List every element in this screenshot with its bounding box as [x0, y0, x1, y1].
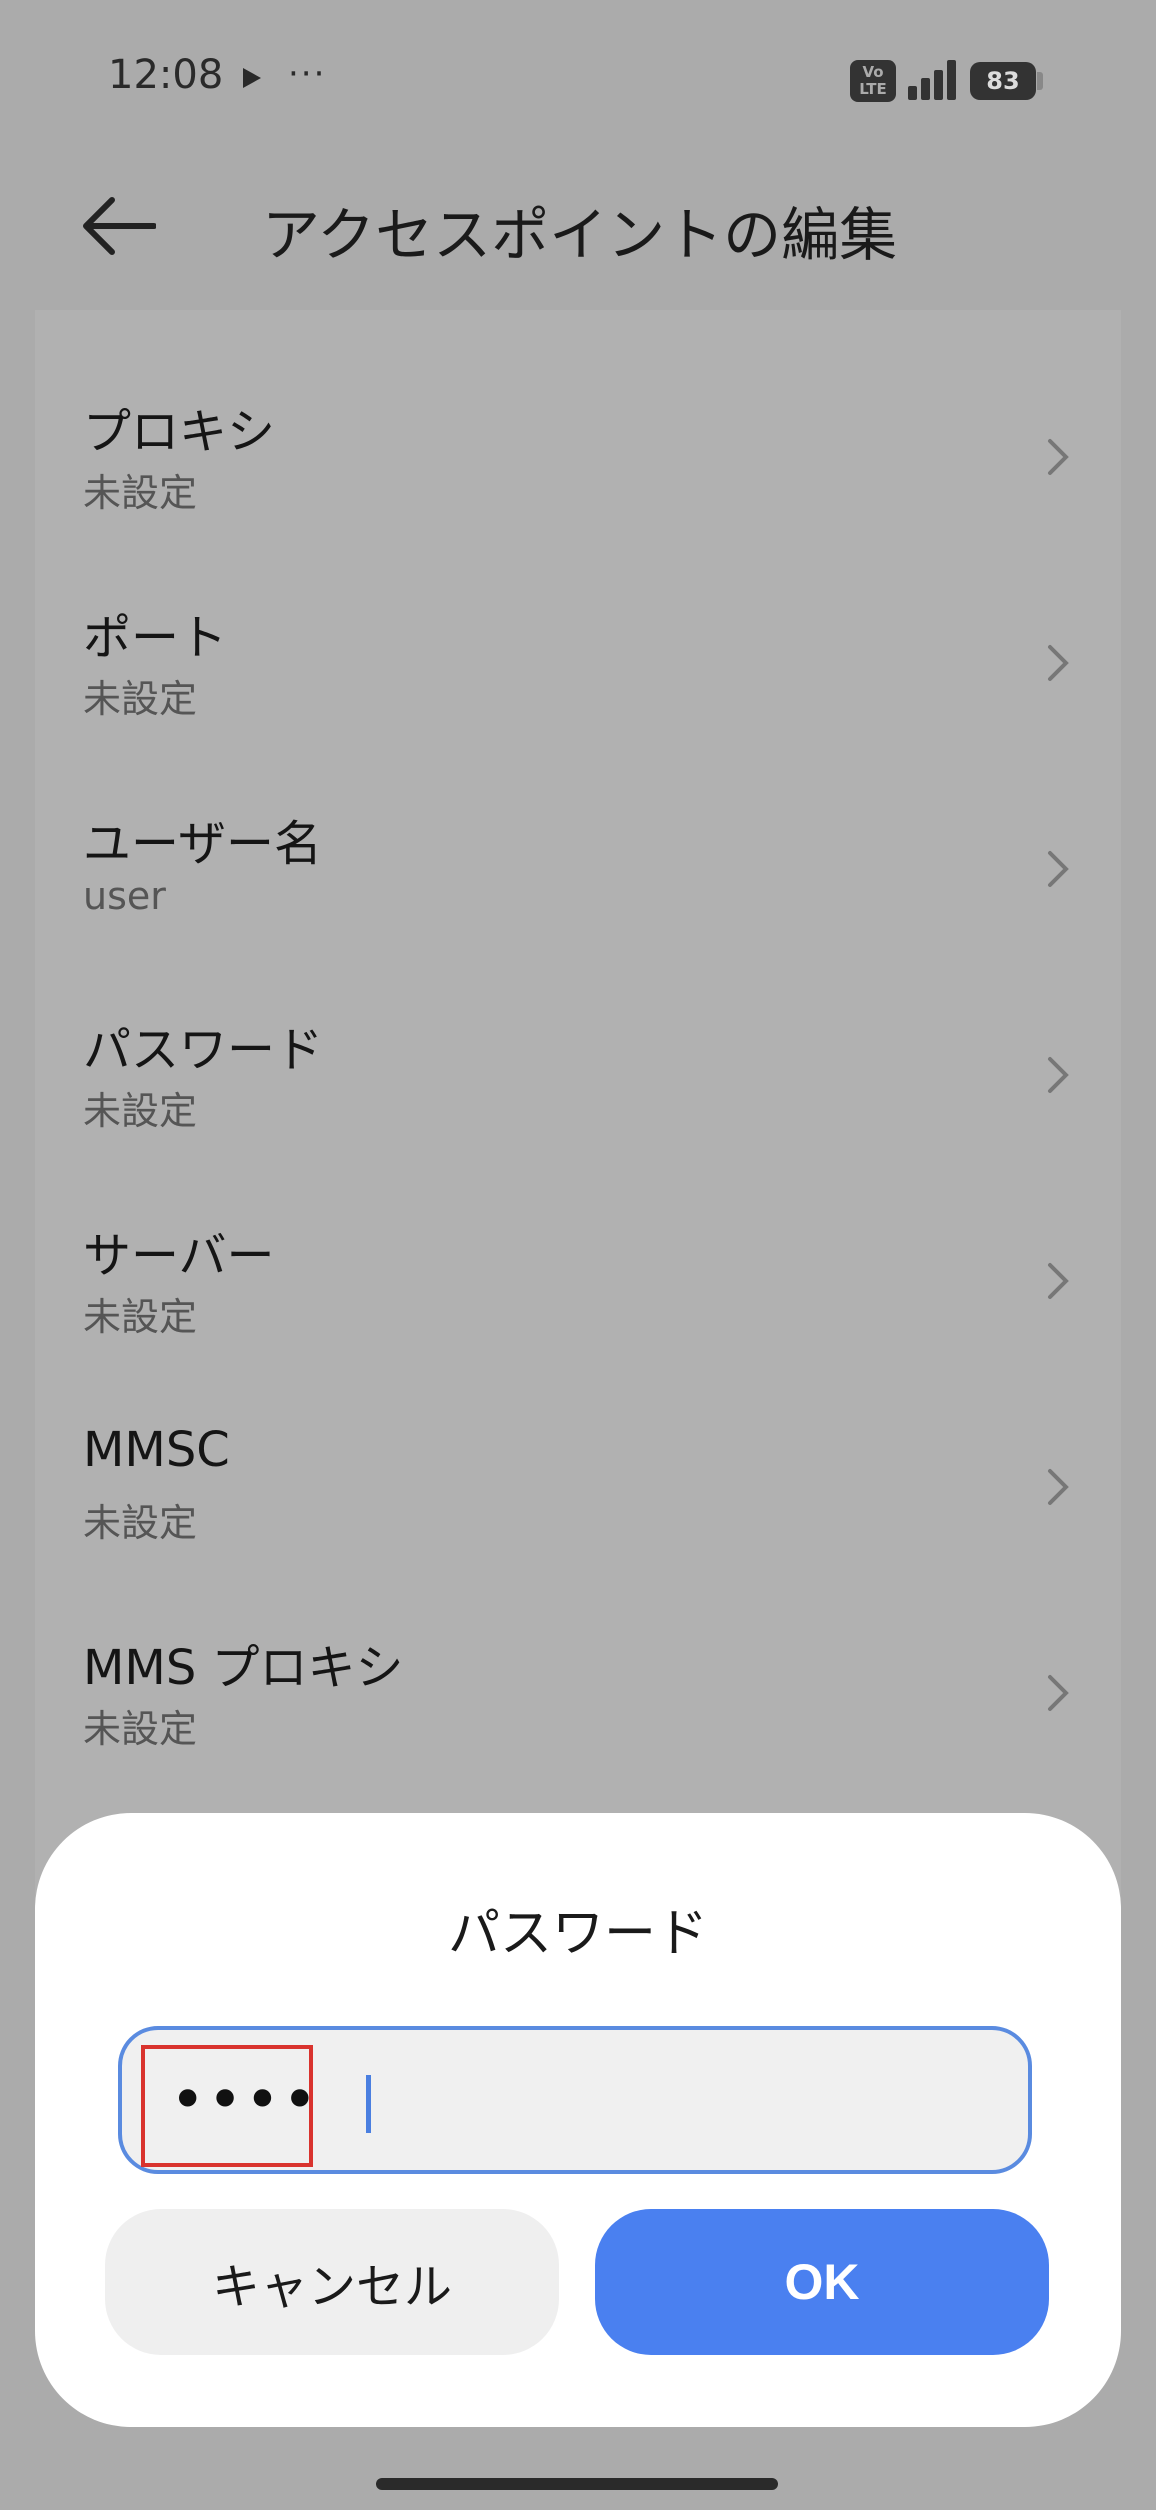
- chevron-right-icon: [1048, 1263, 1069, 1299]
- volte-line1: Vo: [862, 63, 884, 81]
- setting-row-proxy[interactable]: プロキシ 未設定: [35, 310, 1121, 516]
- setting-row-password[interactable]: パスワード 未設定: [35, 928, 1121, 1134]
- status-time: 12:08: [108, 52, 224, 98]
- chevron-right-icon: [1048, 851, 1069, 887]
- status-bar: 12:08 ··· Vo LTE 83: [0, 0, 1156, 160]
- setting-row-username[interactable]: ユーザー名 user: [35, 722, 1121, 928]
- text-cursor: [366, 2075, 371, 2133]
- setting-value: 未設定: [83, 1707, 198, 1751]
- setting-title: プロキシ: [83, 404, 276, 460]
- setting-title: サーバー: [83, 1228, 275, 1284]
- battery-tip: [1037, 72, 1043, 90]
- setting-title: MMS プロキシ: [83, 1640, 404, 1696]
- setting-title: パスワード: [83, 1022, 324, 1078]
- setting-value: 未設定: [83, 1501, 198, 1545]
- more-icon: ···: [288, 54, 327, 94]
- play-icon: [243, 68, 261, 88]
- cancel-button[interactable]: キャンセル: [105, 2209, 559, 2355]
- battery-icon: 83: [970, 62, 1036, 100]
- page-title: アクセスポイントの編集: [262, 201, 898, 269]
- chevron-right-icon: [1048, 1675, 1069, 1711]
- password-dialog: パスワード •••• キャンセル OK: [35, 1813, 1121, 2427]
- battery-level: 83: [986, 67, 1020, 95]
- setting-value: 未設定: [83, 471, 198, 515]
- volte-icon: Vo LTE: [850, 60, 896, 102]
- setting-row-mms-proxy[interactable]: MMS プロキシ 未設定: [35, 1546, 1121, 1752]
- chevron-right-icon: [1048, 439, 1069, 475]
- signal-icon: [908, 60, 960, 100]
- dialog-title: パスワード: [447, 1904, 708, 1964]
- chevron-right-icon: [1048, 1469, 1069, 1505]
- ok-button[interactable]: OK: [595, 2209, 1049, 2355]
- setting-value: user: [83, 874, 166, 918]
- home-indicator[interactable]: [376, 2478, 778, 2490]
- setting-row-mmsc[interactable]: MMSC 未設定: [35, 1340, 1121, 1546]
- settings-list: プロキシ 未設定 ポート 未設定 ユーザー名 user パスワード 未設定 サー…: [35, 310, 1121, 1910]
- highlight-box: [141, 2045, 313, 2167]
- setting-row-server[interactable]: サーバー 未設定: [35, 1134, 1121, 1340]
- setting-value: 未設定: [83, 1295, 198, 1339]
- setting-row-port[interactable]: ポート 未設定: [35, 516, 1121, 722]
- chevron-right-icon: [1048, 1057, 1069, 1093]
- setting-title: ポート: [83, 610, 228, 666]
- setting-title: ユーザー名: [83, 816, 323, 872]
- volte-line2: LTE: [859, 80, 887, 98]
- back-arrow-icon[interactable]: [82, 196, 156, 256]
- setting-title: MMSC: [83, 1422, 230, 1478]
- chevron-right-icon: [1048, 645, 1069, 681]
- setting-value: 未設定: [83, 1089, 198, 1133]
- setting-value: 未設定: [83, 677, 198, 721]
